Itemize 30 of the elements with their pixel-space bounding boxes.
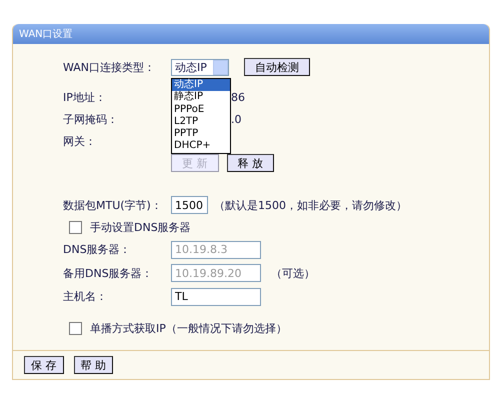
- dropdown-option[interactable]: DHCP+: [172, 140, 230, 153]
- field-label: 网关：: [62, 134, 97, 148]
- connection-type-select[interactable]: 动态IP: [171, 58, 229, 76]
- field-label: DNS服务器：: [62, 242, 132, 258]
- auto-detect-button[interactable]: 自动检测: [244, 58, 310, 76]
- dropdown-option[interactable]: PPPoE: [172, 104, 230, 116]
- dropdown-option[interactable]: PPTP: [172, 128, 230, 140]
- hint-text: （默认是1500，如非必要，请勿修改）: [214, 198, 407, 212]
- dropdown-option[interactable]: 动态IP: [172, 79, 230, 92]
- release-button[interactable]: 释 放: [226, 154, 274, 172]
- help-button[interactable]: 帮 助: [74, 356, 113, 374]
- checkbox-label: 手动设置DNS服务器: [90, 220, 191, 234]
- field-label: 主机名：: [62, 289, 108, 304]
- save-button[interactable]: 保 存: [24, 356, 64, 374]
- checkbox[interactable]: [69, 322, 82, 335]
- mtu-field[interactable]: 1500: [171, 196, 208, 214]
- field-label: IP地址：: [62, 90, 107, 104]
- checkbox[interactable]: [69, 220, 82, 234]
- field-label: WAN口连接类型：: [62, 60, 156, 74]
- dropdown-option[interactable]: L2TP: [172, 116, 230, 128]
- dropdown-option[interactable]: 静态IP: [172, 91, 230, 104]
- field-value: .0: [231, 112, 242, 126]
- input-field[interactable]: TL: [171, 288, 261, 306]
- hint-text: （可选）: [271, 266, 315, 281]
- field-label: 数据包MTU(字节)：: [62, 198, 163, 212]
- panel-title: WAN口设置: [13, 24, 489, 44]
- checkbox-label: 单播方式获取IP（一般情况下请勿选择）: [90, 321, 287, 336]
- field-label: 备用DNS服务器：: [62, 266, 154, 281]
- field-value: 86: [231, 90, 245, 104]
- field-label: 子网掩码：: [62, 112, 119, 126]
